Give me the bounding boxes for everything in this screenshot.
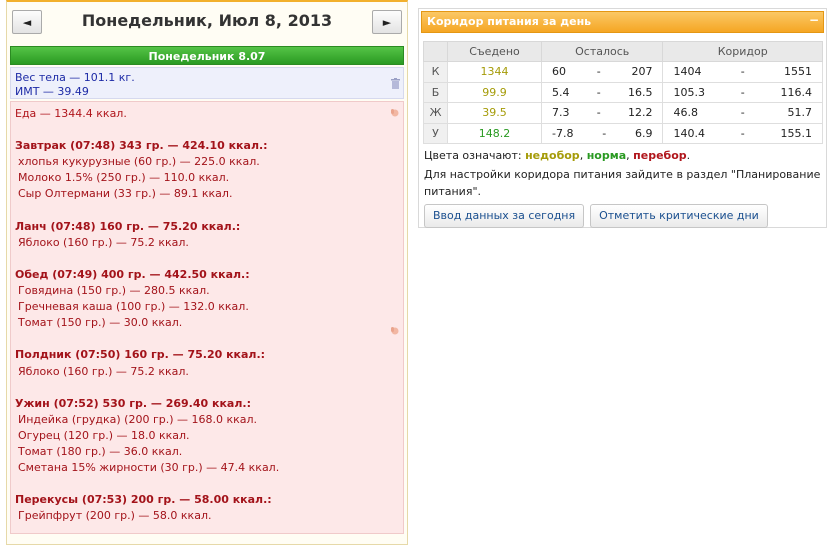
corridor-min: 1404 [673, 65, 702, 79]
left-range: 7.3 - 12.2 [540, 102, 664, 124]
legend-sep: , [579, 149, 587, 162]
meal-item: Яблоко (160 гр.) — 75.2 ккал. [18, 364, 189, 378]
meal-item: Томат (150 гр.) — 30.0 ккал. [18, 316, 183, 330]
legend-prefix: Цвета означают: [424, 149, 526, 162]
left-max: 207 [631, 65, 653, 79]
legend-norm: норма [586, 149, 627, 162]
corridor-row: К 1344 60 - 207 1404 - 1551 [423, 61, 823, 83]
range-dash: - [602, 126, 607, 140]
corridor-max: 155.1 [780, 126, 813, 140]
legend-over: перебор [633, 149, 687, 162]
range-dash: - [596, 106, 601, 120]
enter-today-data-button[interactable]: Ввод данных за сегодня [424, 204, 585, 228]
left-min: 60 [552, 65, 566, 79]
range-dash: - [740, 126, 745, 140]
meal-title-supper[interactable]: Ужин (07:52) 530 гр. — 269.40 ккал.: [15, 396, 399, 412]
left-range: -7.8 - 6.9 [540, 122, 664, 144]
meal-item: Томат (180 гр.) — 36.0 ккал. [18, 444, 183, 458]
day-bar: Понедельник 8.07 [10, 46, 404, 65]
corridor-min: 46.8 [673, 106, 698, 120]
left-range: 60 - 207 [540, 61, 664, 83]
range-dash: - [740, 85, 745, 99]
corridor-row: У 148.2 -7.8 - 6.9 140.4 - 155.1 [423, 122, 823, 144]
left-min: -7.8 [552, 126, 574, 140]
meal-item: Огурец (120 гр.) — 18.0 ккал. [18, 428, 190, 442]
corridor-max: 51.7 [787, 106, 813, 120]
date-header: ◄ Понедельник, Июл 8, 2013 ► [7, 2, 407, 44]
weight-value: Вес тела — 101.1 кг. [15, 71, 135, 84]
eaten-value: 148.2 [447, 122, 542, 144]
action-buttons: Ввод данных за сегодня Отметить критичес… [424, 204, 821, 228]
mark-critical-days-button[interactable]: Отметить критические дни [590, 204, 768, 228]
next-day-button[interactable]: ► [372, 10, 402, 34]
left-max: 16.5 [627, 85, 653, 99]
food-total: Еда — 1344.4 ккал. [15, 107, 127, 120]
eaten-header: Съедено [447, 41, 542, 62]
nutrient-letter: У [423, 122, 448, 144]
corridor-panel-header[interactable]: Коридор питания за день − [421, 11, 824, 33]
range-dash: - [596, 65, 601, 79]
meal-title-snacks[interactable]: Перекусы (07:53) 200 гр. — 58.00 ккал.: [15, 492, 399, 508]
corridor-min: 105.3 [673, 85, 705, 99]
prev-day-button[interactable]: ◄ [12, 10, 42, 34]
nutrient-letter: Б [423, 81, 448, 103]
meal-title-lunch[interactable]: Ланч (07:48) 160 гр. — 75.20 ккал.: [15, 219, 399, 235]
left-max: 6.9 [634, 126, 653, 140]
corridor-header: Коридор [662, 41, 823, 62]
trash-icon[interactable] [391, 78, 400, 89]
corridor-max: 116.4 [780, 85, 813, 99]
corridor-range: 46.8 - 51.7 [662, 102, 823, 124]
edit-food-icon[interactable] [390, 326, 399, 335]
corridor-range: 105.3 - 116.4 [662, 81, 823, 103]
left-max: 12.2 [627, 106, 653, 120]
meal-item: Говядина (150 гр.) — 280.5 ккал. [18, 284, 210, 298]
meal-title-breakfast[interactable]: Завтрак (07:48) 343 гр. — 424.10 ккал.: [15, 138, 399, 154]
left-range: 5.4 - 16.5 [540, 81, 664, 103]
corridor-min: 140.4 [673, 126, 705, 140]
nutrient-letter: Ж [423, 102, 448, 124]
food-box: Еда — 1344.4 ккал. Завтрак (07:48) 343 г… [10, 101, 404, 534]
corridor-title: Коридор питания за день [427, 15, 592, 28]
date-title: Понедельник, Июл 8, 2013 [81, 11, 333, 30]
meal-title-dinner[interactable]: Обед (07:49) 400 гр. — 442.50 ккал.: [15, 267, 399, 283]
eaten-value: 1344 [447, 61, 542, 83]
corridor-range: 1404 - 1551 [662, 61, 823, 83]
legend-under: недобор [525, 149, 580, 162]
meal-item: Гречневая каша (100 гр.) — 132.0 ккал. [18, 300, 249, 314]
meal-title-afternoon[interactable]: Полдник (07:50) 160 гр. — 75.20 ккал.: [15, 347, 399, 363]
meal-item: Индейка (грудка) (200 гр.) — 168.0 ккал. [18, 412, 258, 426]
planning-hint: Для настройки коридора питания зайдите в… [424, 168, 821, 198]
meal-item: Яблоко (160 гр.) — 75.2 ккал. [18, 235, 189, 249]
meal-item: Молоко 1.5% (250 гр.) — 110.0 ккал. [18, 171, 230, 185]
corner-header [423, 41, 448, 62]
left-header: Осталось [540, 41, 664, 62]
color-legend: Цвета означают: недобор, норма, перебор. [424, 148, 821, 164]
corridor-row: Б 99.9 5.4 - 16.5 105.3 - 116.4 [423, 81, 823, 103]
meal-item: Сметана 15% жирности (30 гр.) — 47.4 кка… [18, 461, 280, 475]
meal-item: хлопья кукурузные (60 гр.) — 225.0 ккал. [18, 155, 260, 169]
corridor-panel: Коридор питания за день − Съедено Остало… [418, 8, 827, 228]
bmi-value: ИМТ — 39.49 [15, 85, 89, 98]
eaten-value: 99.9 [447, 81, 542, 103]
range-dash: - [740, 106, 745, 120]
corridor-max: 1551 [784, 65, 812, 79]
range-dash: - [740, 65, 745, 79]
left-min: 7.3 [552, 106, 570, 120]
range-dash: - [596, 85, 601, 99]
eaten-value: 39.5 [447, 102, 542, 124]
meal-item: Сыр Олтермани (33 гр.) — 89.1 ккал. [18, 187, 233, 201]
corridor-row: Ж 39.5 7.3 - 12.2 46.8 - 51.7 [423, 102, 823, 124]
body-stats-box: Вес тела — 101.1 кг. ИМТ — 39.49 [10, 67, 404, 99]
legend-end: . [686, 149, 691, 162]
day-diary-panel: ◄ Понедельник, Июл 8, 2013 ► Понедельник… [6, 0, 408, 545]
collapse-icon[interactable]: − [808, 14, 820, 27]
meal-item: Грейпфрут (200 гр.) — 58.0 ккал. [18, 509, 212, 523]
left-min: 5.4 [552, 85, 570, 99]
corridor-table: Съедено Осталось Коридор К 1344 60 - 207 1404… [423, 41, 823, 144]
edit-food-icon[interactable] [390, 108, 399, 117]
nutrient-letter: К [423, 61, 448, 83]
corridor-range: 140.4 - 155.1 [662, 122, 823, 144]
